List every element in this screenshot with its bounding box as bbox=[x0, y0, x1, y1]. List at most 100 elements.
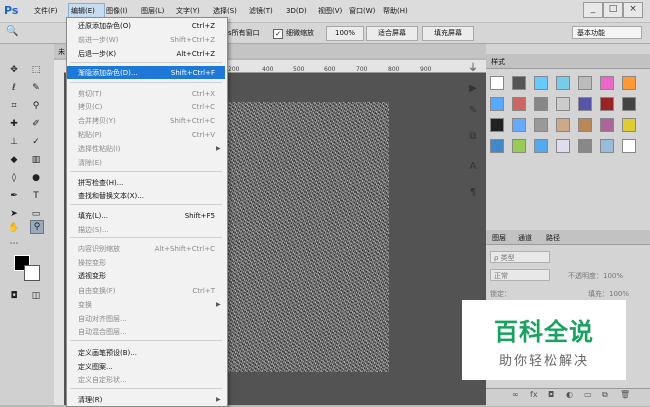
fx-icon[interactable]: fx bbox=[530, 390, 538, 399]
edit-menu-item[interactable]: 透视变形 bbox=[78, 270, 106, 283]
background-color-swatch[interactable] bbox=[24, 265, 40, 281]
tab-layers[interactable]: 图层 bbox=[492, 232, 506, 244]
style-swatch[interactable] bbox=[556, 139, 570, 153]
scrubby-zoom-checkbox[interactable]: ✓ bbox=[273, 29, 283, 39]
style-swatch[interactable] bbox=[512, 118, 526, 132]
healing-brush-icon[interactable]: ✚ bbox=[8, 118, 20, 130]
blur-tool-icon[interactable]: ◊ bbox=[8, 172, 20, 184]
more-tools-icon[interactable]: ⋯ bbox=[8, 238, 20, 250]
zoom-tool-preset-icon[interactable]: 🔍 bbox=[6, 26, 18, 37]
menu-6[interactable]: 滤镜(T) bbox=[249, 4, 273, 18]
shape-tool-icon[interactable]: ▭ bbox=[30, 208, 42, 220]
edit-menu-item[interactable]: 清理(R) bbox=[78, 394, 102, 407]
style-swatch[interactable] bbox=[490, 97, 504, 111]
menu-4[interactable]: 文字(Y) bbox=[176, 4, 200, 18]
style-swatch[interactable] bbox=[490, 76, 504, 90]
style-swatch[interactable] bbox=[600, 139, 614, 153]
quick-mask-icon[interactable]: ◘ bbox=[8, 290, 20, 302]
adjustment-icon[interactable]: ◐ bbox=[566, 390, 573, 399]
mask-icon[interactable]: ◘ bbox=[548, 390, 554, 399]
brush-tool-icon[interactable]: ✐ bbox=[30, 118, 42, 130]
style-swatch[interactable] bbox=[534, 76, 548, 90]
zoom-100-button[interactable]: 100% bbox=[326, 26, 364, 41]
menu-5[interactable]: 选择(S) bbox=[213, 4, 237, 18]
style-swatch[interactable] bbox=[578, 118, 592, 132]
style-swatch[interactable] bbox=[556, 97, 570, 111]
hand-tool-icon[interactable]: ✋ bbox=[8, 222, 20, 234]
delete-layer-icon[interactable]: 🗑 bbox=[620, 390, 630, 399]
style-swatch[interactable] bbox=[622, 139, 636, 153]
edit-menu-item[interactable]: 拼写检查(H)... bbox=[78, 177, 123, 190]
edit-menu-item[interactable]: 定义画笔预设(B)... bbox=[78, 347, 137, 360]
style-swatch[interactable] bbox=[578, 76, 592, 90]
group-icon[interactable]: ▭ bbox=[584, 390, 592, 399]
edit-menu-item[interactable]: 定义图案... bbox=[78, 361, 113, 374]
path-select-icon[interactable]: ➤ bbox=[8, 208, 20, 220]
paragraph-panel-icon[interactable]: ¶ bbox=[464, 184, 482, 202]
menu-9[interactable]: 窗口(W) bbox=[349, 4, 375, 18]
edit-menu-item[interactable]: 查找和替换文本(X)... bbox=[78, 190, 144, 203]
style-swatch[interactable] bbox=[600, 118, 614, 132]
edit-menu-item[interactable]: 后退一步(K) bbox=[78, 48, 116, 61]
menu-0[interactable]: 文件(F) bbox=[34, 4, 58, 18]
style-swatch[interactable] bbox=[600, 76, 614, 90]
brush-panel-icon[interactable]: ✎ bbox=[464, 102, 482, 120]
tab-paths[interactable]: 路径 bbox=[546, 232, 560, 244]
style-swatch[interactable] bbox=[622, 118, 636, 132]
pen-tool-icon[interactable]: ✒ bbox=[8, 190, 20, 202]
screen-mode-icon[interactable]: ◫ bbox=[30, 290, 42, 302]
blend-mode-select[interactable]: 正常 bbox=[490, 269, 550, 281]
style-swatch[interactable] bbox=[490, 139, 504, 153]
style-swatch[interactable] bbox=[534, 97, 548, 111]
edit-menu-item[interactable]: 填充(L)... bbox=[78, 210, 108, 223]
history-panel-icon[interactable]: ⏚ bbox=[464, 60, 482, 78]
clone-source-icon[interactable]: ⧉ bbox=[464, 128, 482, 146]
style-swatch[interactable] bbox=[512, 139, 526, 153]
link-layers-icon[interactable]: ∞ bbox=[512, 390, 519, 399]
type-tool-icon[interactable]: T bbox=[30, 190, 42, 202]
style-swatch[interactable] bbox=[512, 97, 526, 111]
style-swatch[interactable] bbox=[534, 118, 548, 132]
fit-screen-button[interactable]: 适合屏幕 bbox=[366, 26, 418, 41]
close-button[interactable]: × bbox=[623, 2, 643, 18]
style-swatch[interactable] bbox=[622, 97, 636, 111]
menu-10[interactable]: 帮助(H) bbox=[383, 4, 408, 18]
quick-select-tool-icon[interactable]: ✎ bbox=[30, 82, 42, 94]
edit-menu-item[interactable]: 渐隐添加杂色(D)... bbox=[78, 67, 138, 80]
menu-8[interactable]: 视图(V) bbox=[318, 4, 342, 18]
eyedropper-tool-icon[interactable]: ⚲ bbox=[30, 100, 42, 112]
tab-channels[interactable]: 通道 bbox=[518, 232, 532, 244]
style-swatch[interactable] bbox=[534, 139, 548, 153]
noise-image-canvas[interactable] bbox=[212, 102, 389, 372]
fill-screen-button[interactable]: 填充屏幕 bbox=[422, 26, 474, 41]
style-swatch[interactable] bbox=[556, 118, 570, 132]
dodge-tool-icon[interactable]: ● bbox=[30, 172, 42, 184]
edit-menu-item[interactable]: 还原添加杂色(O) bbox=[78, 20, 131, 33]
zoom-tool-icon[interactable]: ⚲ bbox=[30, 220, 44, 234]
style-swatch[interactable] bbox=[490, 118, 504, 132]
maximize-button[interactable]: □ bbox=[603, 2, 623, 18]
history-brush-icon[interactable]: ✓ bbox=[30, 136, 42, 148]
style-swatch[interactable] bbox=[600, 97, 614, 111]
style-swatch[interactable] bbox=[622, 76, 636, 90]
style-swatch[interactable] bbox=[556, 76, 570, 90]
menu-2[interactable]: 图像(I) bbox=[106, 4, 128, 18]
layer-kind-filter[interactable]: ρ 类型 bbox=[490, 251, 550, 263]
menu-7[interactable]: 3D(D) bbox=[286, 4, 307, 18]
lasso-tool-icon[interactable]: ℓ bbox=[8, 82, 20, 94]
minimize-button[interactable]: _ bbox=[583, 2, 603, 18]
menu-1[interactable]: 编辑(E) bbox=[71, 4, 95, 18]
menu-3[interactable]: 图层(L) bbox=[141, 4, 164, 18]
crop-tool-icon[interactable]: ⌗ bbox=[8, 100, 20, 112]
eraser-tool-icon[interactable]: ◆ bbox=[8, 154, 20, 166]
clone-stamp-icon[interactable]: ⊥ bbox=[8, 136, 20, 148]
new-layer-icon[interactable]: ⧉ bbox=[602, 390, 608, 400]
styles-panel-title[interactable]: 样式 bbox=[491, 57, 505, 67]
style-swatch[interactable] bbox=[578, 97, 592, 111]
workspace-select[interactable]: 基本功能 bbox=[572, 26, 642, 39]
gradient-tool-icon[interactable]: ▥ bbox=[30, 154, 42, 166]
move-tool-icon[interactable]: ✥ bbox=[8, 64, 20, 76]
document-tab[interactable]: 未 bbox=[58, 47, 65, 57]
marquee-tool-icon[interactable]: ⬚ bbox=[30, 64, 42, 76]
style-swatch[interactable] bbox=[512, 76, 526, 90]
